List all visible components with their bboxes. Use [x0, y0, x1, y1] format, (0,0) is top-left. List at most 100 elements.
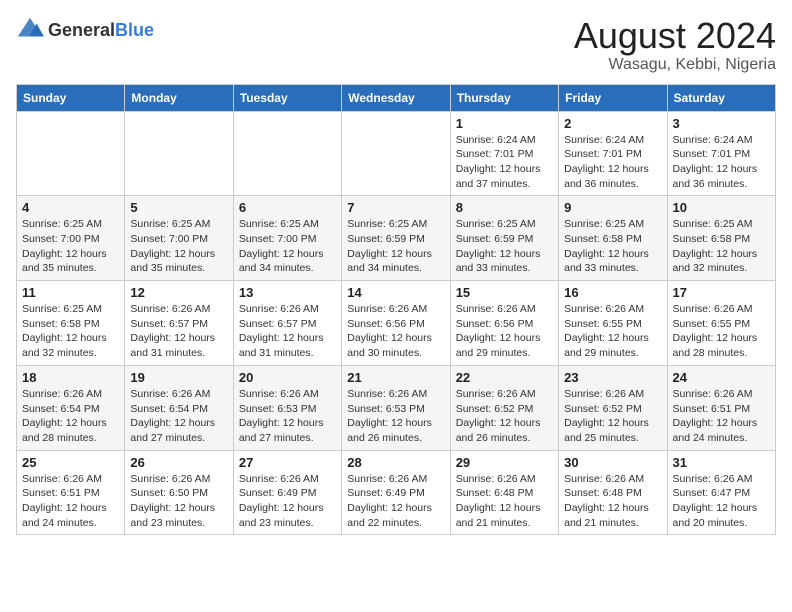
day-info: Sunrise: 6:25 AM Sunset: 6:58 PM Dayligh… [22, 302, 119, 361]
week-row-5: 25Sunrise: 6:26 AM Sunset: 6:51 PM Dayli… [17, 450, 776, 535]
day-cell: 5 Sunrise: 6:25 AM Sunset: 7:00 PM Daylig… [125, 196, 233, 281]
title-block: August 2024 Wasagu, Kebbi, Nigeria [574, 16, 776, 74]
day-number: 14 [347, 285, 444, 300]
day-info: Sunrise: 6:26 AM Sunset: 6:48 PM Dayligh… [564, 472, 661, 531]
day-number: 10 [673, 200, 770, 215]
day-info: Sunrise: 6:26 AM Sunset: 6:53 PM Dayligh… [347, 387, 444, 446]
day-number: 19 [130, 370, 227, 385]
day-cell: 26 Sunrise: 6:26 AM Sunset: 6:50 PM Dayli… [125, 450, 233, 535]
day-number: 26 [130, 455, 227, 470]
col-header-tuesday: Tuesday [233, 84, 341, 111]
day-cell: 22 Sunrise: 6:26 AM Sunset: 6:52 PM Dayli… [450, 365, 558, 450]
day-cell: 10Sunrise: 6:25 AM Sunset: 6:58 PM Dayli… [667, 196, 775, 281]
logo-icon [16, 16, 44, 44]
day-cell: 3 Sunrise: 6:24 AM Sunset: 7:01 PM Daylig… [667, 111, 775, 196]
day-number: 29 [456, 455, 553, 470]
day-number: 8 [456, 200, 553, 215]
day-info: Sunrise: 6:26 AM Sunset: 6:54 PM Dayligh… [130, 387, 227, 446]
logo-text-general: General [48, 20, 115, 40]
day-info: Sunrise: 6:26 AM Sunset: 6:56 PM Dayligh… [456, 302, 553, 361]
day-number: 5 [130, 200, 227, 215]
day-cell: 31 Sunrise: 6:26 AM Sunset: 6:47 PM Dayli… [667, 450, 775, 535]
subtitle: Wasagu, Kebbi, Nigeria [574, 56, 776, 74]
day-cell: 13Sunrise: 6:26 AM Sunset: 6:57 PM Dayli… [233, 281, 341, 366]
day-info: Sunrise: 6:25 AM Sunset: 7:00 PM Dayligh… [22, 217, 119, 276]
week-row-2: 4Sunrise: 6:25 AM Sunset: 7:00 PM Daylig… [17, 196, 776, 281]
day-number: 1 [456, 116, 553, 131]
day-cell: 21 Sunrise: 6:26 AM Sunset: 6:53 PM Dayli… [342, 365, 450, 450]
day-cell [233, 111, 341, 196]
day-cell: 6Sunrise: 6:25 AM Sunset: 7:00 PM Daylig… [233, 196, 341, 281]
day-cell: 14Sunrise: 6:26 AM Sunset: 6:56 PM Dayli… [342, 281, 450, 366]
day-info: Sunrise: 6:26 AM Sunset: 6:48 PM Dayligh… [456, 472, 553, 531]
col-header-monday: Monday [125, 84, 233, 111]
day-number: 27 [239, 455, 336, 470]
day-cell: 11 Sunrise: 6:25 AM Sunset: 6:58 PM Dayli… [17, 281, 125, 366]
day-info: Sunrise: 6:26 AM Sunset: 6:51 PM Dayligh… [673, 387, 770, 446]
day-info: Sunrise: 6:25 AM Sunset: 7:00 PM Dayligh… [130, 217, 227, 276]
day-number: 23 [564, 370, 661, 385]
day-info: Sunrise: 6:26 AM Sunset: 6:53 PM Dayligh… [239, 387, 336, 446]
day-cell: 27Sunrise: 6:26 AM Sunset: 6:49 PM Dayli… [233, 450, 341, 535]
day-number: 16 [564, 285, 661, 300]
day-info: Sunrise: 6:25 AM Sunset: 6:58 PM Dayligh… [564, 217, 661, 276]
day-info: Sunrise: 6:26 AM Sunset: 6:50 PM Dayligh… [130, 472, 227, 531]
day-cell: 24 Sunrise: 6:26 AM Sunset: 6:51 PM Dayli… [667, 365, 775, 450]
day-number: 11 [22, 285, 119, 300]
day-cell: 2 Sunrise: 6:24 AM Sunset: 7:01 PM Daylig… [559, 111, 667, 196]
col-header-saturday: Saturday [667, 84, 775, 111]
day-info: Sunrise: 6:26 AM Sunset: 6:55 PM Dayligh… [564, 302, 661, 361]
day-cell: 18Sunrise: 6:26 AM Sunset: 6:54 PM Dayli… [17, 365, 125, 450]
day-cell: 9 Sunrise: 6:25 AM Sunset: 6:58 PM Daylig… [559, 196, 667, 281]
day-info: Sunrise: 6:26 AM Sunset: 6:49 PM Dayligh… [347, 472, 444, 531]
day-cell: 7 Sunrise: 6:25 AM Sunset: 6:59 PM Daylig… [342, 196, 450, 281]
day-cell: 30 Sunrise: 6:26 AM Sunset: 6:48 PM Dayli… [559, 450, 667, 535]
day-info: Sunrise: 6:24 AM Sunset: 7:01 PM Dayligh… [673, 133, 770, 192]
header-row: SundayMondayTuesdayWednesdayThursdayFrid… [17, 84, 776, 111]
page-header: GeneralBlue August 2024 Wasagu, Kebbi, N… [16, 16, 776, 74]
day-number: 22 [456, 370, 553, 385]
day-number: 3 [673, 116, 770, 131]
day-cell: 28Sunrise: 6:26 AM Sunset: 6:49 PM Dayli… [342, 450, 450, 535]
week-row-4: 18 Sunrise: 6:26 AM Sunset: 6:54 PM Dayli… [17, 365, 776, 450]
day-cell: 25Sunrise: 6:26 AM Sunset: 6:51 PM Dayli… [17, 450, 125, 535]
logo: GeneralBlue [16, 16, 154, 44]
day-info: Sunrise: 6:24 AM Sunset: 7:01 PM Dayligh… [564, 133, 661, 192]
day-cell: 16 Sunrise: 6:26 AM Sunset: 6:55 PM Dayli… [559, 281, 667, 366]
day-number: 18 [22, 370, 119, 385]
day-info: Sunrise: 6:26 AM Sunset: 6:52 PM Dayligh… [564, 387, 661, 446]
day-cell [17, 111, 125, 196]
logo-text-blue: Blue [115, 20, 154, 40]
day-number: 13 [239, 285, 336, 300]
day-number: 2 [564, 116, 661, 131]
day-number: 7 [347, 200, 444, 215]
day-cell: 20 Sunrise: 6:26 AM Sunset: 6:53 PM Dayli… [233, 365, 341, 450]
day-number: 9 [564, 200, 661, 215]
day-cell: 17 Sunrise: 6:26 AM Sunset: 6:55 PM Dayli… [667, 281, 775, 366]
day-number: 20 [239, 370, 336, 385]
day-number: 12 [130, 285, 227, 300]
day-info: Sunrise: 6:25 AM Sunset: 6:59 PM Dayligh… [347, 217, 444, 276]
day-number: 17 [673, 285, 770, 300]
day-number: 30 [564, 455, 661, 470]
day-cell: 15 Sunrise: 6:26 AM Sunset: 6:56 PM Dayli… [450, 281, 558, 366]
day-number: 31 [673, 455, 770, 470]
day-cell [342, 111, 450, 196]
day-cell [125, 111, 233, 196]
day-number: 15 [456, 285, 553, 300]
col-header-thursday: Thursday [450, 84, 558, 111]
day-info: Sunrise: 6:26 AM Sunset: 6:55 PM Dayligh… [673, 302, 770, 361]
day-cell: 1Sunrise: 6:24 AM Sunset: 7:01 PM Daylig… [450, 111, 558, 196]
day-cell: 4Sunrise: 6:25 AM Sunset: 7:00 PM Daylig… [17, 196, 125, 281]
day-number: 6 [239, 200, 336, 215]
day-number: 24 [673, 370, 770, 385]
day-cell: 23 Sunrise: 6:26 AM Sunset: 6:52 PM Dayli… [559, 365, 667, 450]
calendar-table: SundayMondayTuesdayWednesdayThursdayFrid… [16, 84, 776, 536]
day-info: Sunrise: 6:26 AM Sunset: 6:57 PM Dayligh… [130, 302, 227, 361]
col-header-friday: Friday [559, 84, 667, 111]
day-info: Sunrise: 6:26 AM Sunset: 6:52 PM Dayligh… [456, 387, 553, 446]
day-info: Sunrise: 6:26 AM Sunset: 6:47 PM Dayligh… [673, 472, 770, 531]
day-cell: 29 Sunrise: 6:26 AM Sunset: 6:48 PM Dayli… [450, 450, 558, 535]
day-number: 21 [347, 370, 444, 385]
day-number: 25 [22, 455, 119, 470]
